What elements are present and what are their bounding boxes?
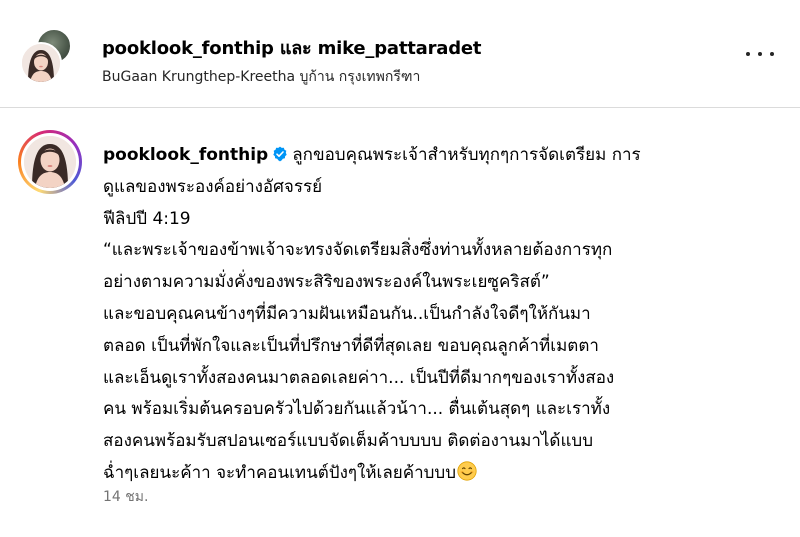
caption-text-7: และเอ็นดูเราทั้งสองคนมาตลอดเลยค่าา... เป… [103,367,615,388]
caption-text-0: ลูกขอบคุณพระเจ้าสำหรับทุกๆการจัดเตรียม ก… [292,145,641,165]
caption-text-4: อย่างตามความมั่งคั่งของพระสิริของพระองค์… [103,272,550,293]
caption-author[interactable]: pooklook_fonthip [103,145,268,165]
caption-text-6: ตลอด เป็นที่พักใจและเป็นที่ปรึกษาที่ดีที… [103,335,599,356]
caption-text-8: คน พร้อมเริ่มต้นครอบครัวไปด้วยกันแล้วน้า… [103,399,611,420]
username-primary[interactable]: pooklook_fonthip [102,38,274,59]
post-view: pooklook_fonthip และ mike_pattaradet BuG… [0,0,800,537]
post-timestamp[interactable]: 14 ชม. [103,486,148,508]
caption-line-last: ฉ่ำๆเลยนะค้าา จะทำคอนเทนต์ปังๆให้เลยค้าบ… [103,458,763,490]
username-secondary[interactable]: mike_pattaradet [318,38,482,59]
avatar-photo [22,44,60,82]
location-link[interactable]: BuGaan Krungthep-Kreetha บูก้าน กรุงเทพก… [102,66,420,88]
more-options-icon[interactable] [746,42,774,66]
collab-avatars[interactable] [20,28,80,88]
caption-text-1: ดูแลของพระองค์อย่างอัศจรรย์ [103,176,323,197]
and-word: และ [279,38,312,59]
caption-line: pooklook_fonthip ลูกขอบคุณพระเจ้าสำหรับทุ… [103,140,763,172]
author-avatar-photo [24,136,76,188]
caption-text-9: สองคนพร้อมรับสปอนเซอร์แบบจัดเต็มค้าบบบบ … [103,431,594,452]
caption-text-3: “และพระเจ้าของข้าพเจ้าจะทรงจัดเตรียมสิ่ง… [103,240,613,261]
post-header: pooklook_fonthip และ mike_pattaradet BuG… [0,0,800,108]
collab-usernames: pooklook_fonthip และ mike_pattaradet [102,33,482,62]
verified-badge-icon [273,146,287,162]
caption-text-10: ฉ่ำๆเลยนะค้าา จะทำคอนเทนต์ปังๆให้เลยค้าบ… [103,462,456,483]
caption-text-2: ฟีลิปปี 4:19 [103,208,191,229]
post-caption: pooklook_fonthip ลูกขอบคุณพระเจ้าสำหรับทุ… [103,140,763,490]
caption-text-5: และขอบคุณคนข้างๆที่มีความฝันเหมือนกัน..เ… [103,303,591,324]
avatar-primary[interactable] [20,42,62,84]
author-avatar[interactable] [18,130,82,194]
smiling-face-emoji-icon [457,461,477,481]
